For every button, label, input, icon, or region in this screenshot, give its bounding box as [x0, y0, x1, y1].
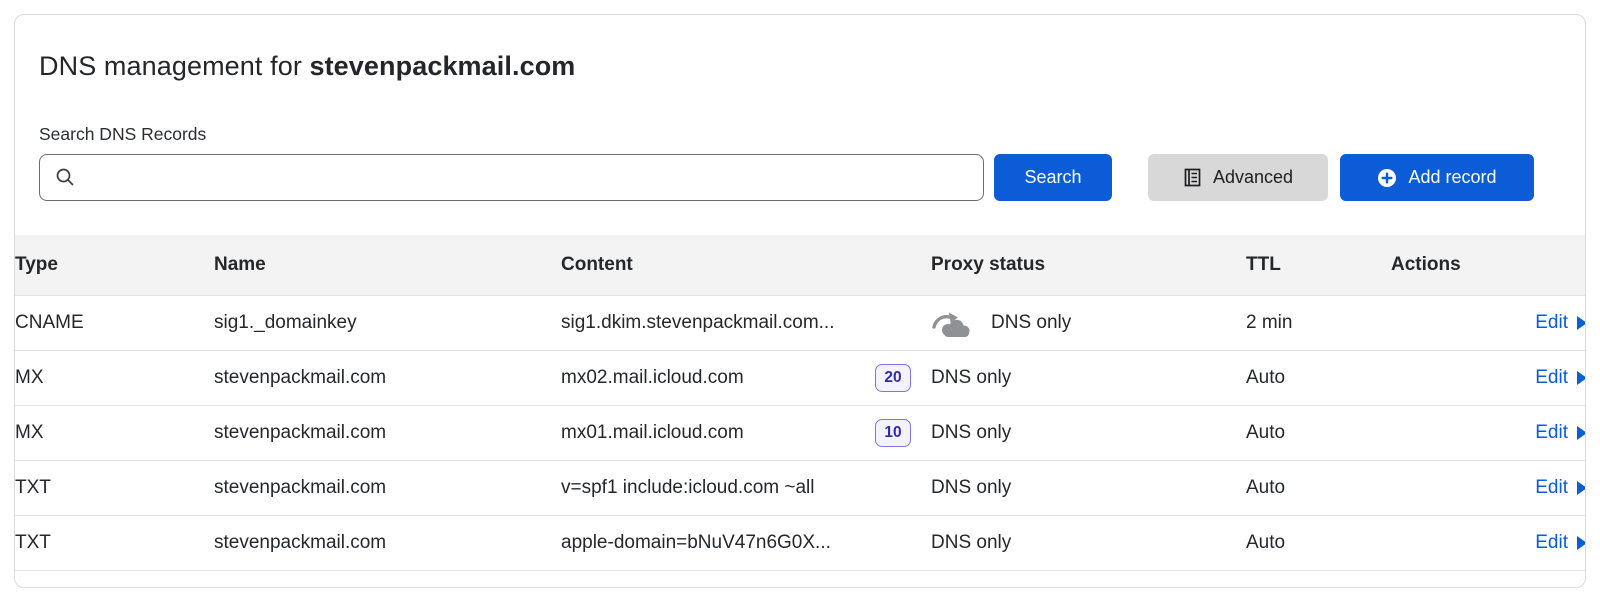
record-content: mx02.mail.icloud.com [561, 367, 744, 389]
dns-records-table: Type Name Content Proxy status TTL Actio… [15, 235, 1586, 571]
proxy-status-text: DNS only [991, 312, 1071, 334]
record-content: apple-domain=bNuV47n6G0X... [561, 532, 831, 554]
record-ttl: Auto [1246, 405, 1391, 460]
record-content: v=spf1 include:icloud.com ~all [561, 477, 814, 499]
add-record-button[interactable]: Add record [1340, 154, 1534, 201]
chevron-right-icon [1577, 426, 1586, 440]
record-content: sig1.dkim.stevenpackmail.com... [561, 312, 835, 334]
record-type: CNAME [15, 295, 214, 350]
chevron-right-icon [1577, 536, 1586, 550]
column-header-type: Type [15, 235, 214, 295]
search-dns-input[interactable] [39, 154, 984, 201]
search-input-wrapper [39, 154, 984, 201]
advanced-button[interactable]: Advanced [1148, 154, 1328, 201]
page-title-domain: stevenpackmail.com [309, 51, 575, 81]
plus-circle-icon [1377, 168, 1397, 188]
mx-priority-badge: 10 [875, 419, 911, 447]
dns-management-card: DNS management forstevenpackmail.com Sea… [14, 14, 1586, 588]
proxy-status-text: DNS only [931, 477, 1011, 499]
column-header-ttl: TTL [1246, 235, 1391, 295]
table-header-row: Type Name Content Proxy status TTL Actio… [15, 235, 1586, 295]
record-name: stevenpackmail.com [214, 405, 561, 460]
edit-record-link[interactable]: Edit [1535, 422, 1586, 444]
record-name: stevenpackmail.com [214, 460, 561, 515]
toolbar: Search Advanced [39, 154, 1561, 201]
mx-priority-badge: 20 [875, 364, 911, 392]
column-header-actions: Actions [1391, 235, 1586, 295]
record-content: mx01.mail.icloud.com [561, 422, 744, 444]
chevron-right-icon [1577, 316, 1586, 330]
edit-link-label: Edit [1535, 312, 1568, 334]
record-type: MX [15, 405, 214, 460]
table-row: MX stevenpackmail.com mx01.mail.icloud.c… [15, 405, 1586, 460]
record-name: sig1._domainkey [214, 295, 561, 350]
add-record-button-label: Add record [1408, 167, 1496, 188]
proxy-status-text: DNS only [931, 367, 1011, 389]
column-header-name: Name [214, 235, 561, 295]
search-dns-records-label: Search DNS Records [39, 124, 1561, 145]
table-row: TXT stevenpackmail.com apple-domain=bNuV… [15, 515, 1586, 570]
edit-link-label: Edit [1535, 477, 1568, 499]
record-name: stevenpackmail.com [214, 350, 561, 405]
record-type: TXT [15, 515, 214, 570]
table-row: MX stevenpackmail.com mx02.mail.icloud.c… [15, 350, 1586, 405]
record-ttl: Auto [1246, 350, 1391, 405]
record-ttl: 2 min [1246, 295, 1391, 350]
dns-only-cloud-icon [931, 308, 973, 338]
edit-record-link[interactable]: Edit [1535, 367, 1586, 389]
page-title-prefix: DNS management for [39, 51, 302, 81]
record-name: stevenpackmail.com [214, 515, 561, 570]
chevron-right-icon [1577, 481, 1586, 495]
chevron-right-icon [1577, 371, 1586, 385]
table-row: CNAME sig1._domainkey sig1.dkim.stevenpa… [15, 295, 1586, 350]
search-button[interactable]: Search [994, 154, 1112, 201]
record-type: MX [15, 350, 214, 405]
record-ttl: Auto [1246, 515, 1391, 570]
record-type: TXT [15, 460, 214, 515]
edit-link-label: Edit [1535, 532, 1568, 554]
proxy-status-text: DNS only [931, 532, 1011, 554]
column-header-proxy-status: Proxy status [931, 235, 1246, 295]
proxy-status-text: DNS only [931, 422, 1011, 444]
edit-link-label: Edit [1535, 422, 1568, 444]
edit-record-link[interactable]: Edit [1535, 312, 1586, 334]
advanced-list-icon [1183, 168, 1202, 187]
advanced-button-label: Advanced [1213, 167, 1293, 188]
column-header-content: Content [561, 235, 931, 295]
edit-link-label: Edit [1535, 367, 1568, 389]
record-ttl: Auto [1246, 460, 1391, 515]
table-row: TXT stevenpackmail.com v=spf1 include:ic… [15, 460, 1586, 515]
page-title: DNS management forstevenpackmail.com [39, 51, 1561, 82]
edit-record-link[interactable]: Edit [1535, 532, 1586, 554]
edit-record-link[interactable]: Edit [1535, 477, 1586, 499]
